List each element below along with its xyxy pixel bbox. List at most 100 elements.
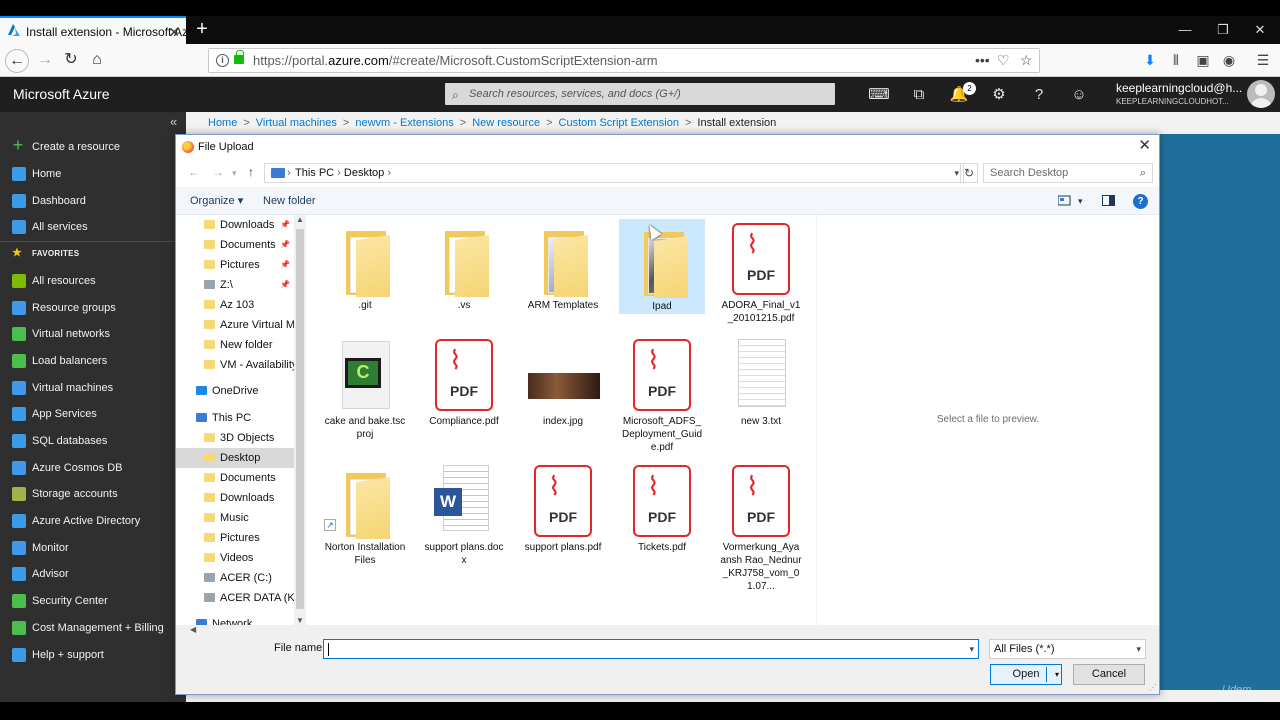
- preview-pane-icon[interactable]: [1102, 195, 1116, 206]
- cloud-shell-icon[interactable]: ⌨: [868, 84, 890, 106]
- nav-item-network[interactable]: Network: [176, 614, 294, 625]
- breadcrumb-link[interactable]: Home: [208, 117, 237, 129]
- help-icon[interactable]: ?: [1133, 194, 1148, 209]
- file-item[interactable]: ⌇ PDF Microsoft_ADFS_Deployment_Guide.pdf: [619, 335, 705, 454]
- nav-item-downloads[interactable]: Downloads: [176, 488, 294, 508]
- sidebar-item-sql-databases[interactable]: SQL databases: [0, 428, 186, 454]
- page-actions-icon[interactable]: •••: [975, 49, 990, 72]
- file-item[interactable]: Ipad: [619, 219, 705, 314]
- sidebar-item-advisor[interactable]: Advisor: [0, 561, 186, 587]
- file-item[interactable]: ⌇ PDF ADORA_Final_v1_20101215.pdf: [718, 219, 804, 325]
- avatar[interactable]: [1247, 80, 1275, 108]
- nav-item-music[interactable]: Music: [176, 508, 294, 528]
- downloads-icon[interactable]: ⬇: [1140, 50, 1160, 70]
- nav-item-pictures[interactable]: Pictures 📌: [176, 255, 294, 275]
- reload-button[interactable]: ↻: [59, 49, 83, 73]
- path-segment[interactable]: This PC: [295, 167, 334, 179]
- nav-item-documents[interactable]: Documents: [176, 468, 294, 488]
- sidebar-item-help-support[interactable]: Help + support: [0, 642, 186, 668]
- dialog-search-input[interactable]: Search Desktop ⌕: [983, 163, 1153, 183]
- sidebar-item-resource-groups[interactable]: Resource groups: [0, 295, 186, 321]
- sidebar-item-create-a-resource[interactable]: + Create a resource: [0, 134, 186, 160]
- nav-item-onedrive[interactable]: OneDrive: [176, 381, 294, 401]
- file-type-select[interactable]: All Files (*.*) ▾: [989, 639, 1146, 659]
- scroll-left-icon[interactable]: ◀: [190, 625, 196, 634]
- restore-icon[interactable]: ❐: [1208, 16, 1238, 44]
- nav-item-acer-c[interactable]: ACER (C:): [176, 568, 294, 588]
- minimize-icon[interactable]: —: [1170, 16, 1200, 44]
- sidebar-item-monitor[interactable]: Monitor: [0, 535, 186, 561]
- recent-locations-icon[interactable]: ▾: [232, 168, 237, 179]
- pocket-icon[interactable]: ♡: [997, 49, 1010, 72]
- nav-item-acer-data-k[interactable]: ACER DATA (K:): [176, 588, 294, 608]
- settings-gear-icon[interactable]: ⚙: [988, 84, 1010, 106]
- scroll-down-icon[interactable]: ▼: [294, 616, 306, 625]
- sidebar-item-azure-active-directory[interactable]: Azure Active Directory: [0, 508, 186, 534]
- nav-item-new-folder[interactable]: New folder: [176, 335, 294, 355]
- collapse-sidebar-icon[interactable]: «: [170, 114, 177, 129]
- user-account[interactable]: keeplearningcloud@h... KEEPLEARNINGCLOUD…: [1116, 82, 1242, 108]
- file-item[interactable]: Ccake and bake.tscproj: [322, 335, 408, 441]
- file-item[interactable]: ⌇ PDF Tickets.pdf: [619, 461, 705, 554]
- dialog-forward-icon[interactable]: →: [212, 165, 224, 179]
- account-icon[interactable]: ◉: [1219, 50, 1239, 70]
- path-segment[interactable]: Desktop: [344, 167, 384, 179]
- nav-item-azure-virtual-ma[interactable]: Azure Virtual Ma: [176, 315, 294, 335]
- file-item[interactable]: index.jpg: [520, 335, 606, 428]
- file-item[interactable]: ⌇ PDF Vormerkung_Ayaansh Rao_Nednur_KRJ758…: [718, 461, 804, 593]
- nav-item-pictures[interactable]: Pictures: [176, 528, 294, 548]
- browser-tab[interactable]: Install extension - Microsoft Az ✕: [0, 16, 186, 44]
- path-separator-icon[interactable]: ›: [384, 167, 391, 179]
- info-icon[interactable]: i: [216, 54, 229, 67]
- file-name-input[interactable]: ▾: [323, 639, 979, 659]
- file-item[interactable]: Wsupport plans.docx: [421, 461, 507, 567]
- file-item[interactable]: ARM Templates: [520, 219, 606, 312]
- help-question-icon[interactable]: ?: [1028, 84, 1050, 106]
- nav-item-downloads[interactable]: Downloads 📌: [176, 215, 294, 235]
- sidebar-item-home[interactable]: Home: [0, 161, 186, 187]
- feedback-smiley-icon[interactable]: ☺: [1068, 84, 1090, 106]
- breadcrumb-link[interactable]: New resource: [472, 117, 540, 129]
- bookmark-star-icon[interactable]: ☆: [1020, 49, 1033, 72]
- sidebar-item-storage-accounts[interactable]: Storage accounts: [0, 481, 186, 507]
- sidebar-item-dashboard[interactable]: Dashboard: [0, 188, 186, 214]
- sidebar-item-load-balancers[interactable]: Load balancers: [0, 348, 186, 374]
- sidebar-item-virtual-networks[interactable]: Virtual networks: [0, 321, 186, 347]
- sidebar-item-all-services[interactable]: All services: [0, 214, 186, 240]
- sidebar-item-security-center[interactable]: Security Center: [0, 588, 186, 614]
- file-item[interactable]: ⌇ PDF Compliance.pdf: [421, 335, 507, 428]
- organize-button[interactable]: Organize ▾: [190, 187, 243, 215]
- menu-icon[interactable]: ☰: [1253, 50, 1273, 70]
- resize-grip-icon[interactable]: ⋰: [1149, 683, 1157, 692]
- tab-close-icon[interactable]: ✕: [168, 18, 180, 44]
- nav-item-z[interactable]: Z:\ 📌: [176, 275, 294, 295]
- library-icon[interactable]: ⫴: [1166, 50, 1186, 70]
- open-options-icon[interactable]: ▾: [1055, 665, 1059, 684]
- nav-item-3d-objects[interactable]: 3D Objects: [176, 428, 294, 448]
- nav-item-documents[interactable]: Documents 📌: [176, 235, 294, 255]
- nav-item-this-pc[interactable]: This PC: [176, 408, 294, 428]
- file-item[interactable]: new 3.txt: [718, 335, 804, 428]
- breadcrumb-link[interactable]: Virtual machines: [256, 117, 337, 129]
- open-button[interactable]: Open ▾: [990, 664, 1062, 685]
- path-box[interactable]: › This PC › Desktop › ▾: [264, 163, 964, 183]
- nav-item-videos[interactable]: Videos: [176, 548, 294, 568]
- file-item[interactable]: .git: [322, 219, 408, 312]
- refresh-icon[interactable]: ↻: [960, 163, 978, 183]
- forward-button[interactable]: →: [33, 49, 57, 73]
- path-dropdown-icon[interactable]: ▾: [954, 164, 959, 182]
- breadcrumb-link[interactable]: newvm - Extensions: [355, 117, 453, 129]
- sidebar-item-azure-cosmos-db[interactable]: Azure Cosmos DB: [0, 455, 186, 481]
- file-name-dropdown-icon[interactable]: ▾: [969, 640, 974, 658]
- sidebar-item-app-services[interactable]: App Services: [0, 401, 186, 427]
- file-item[interactable]: ⌇ PDF support plans.pdf: [520, 461, 606, 554]
- view-options-icon[interactable]: ▾: [1078, 187, 1083, 215]
- navigation-pane-scrollbar[interactable]: ▲ ▼: [294, 215, 306, 625]
- path-separator-icon[interactable]: ›: [334, 167, 344, 179]
- address-bar[interactable]: i https://portal.azure.com/#create/Micro…: [208, 48, 1040, 73]
- file-item[interactable]: .vs: [421, 219, 507, 312]
- home-button[interactable]: ⌂: [85, 49, 109, 73]
- sidebar-item-cost-management-billing[interactable]: Cost Management + Billing: [0, 615, 186, 641]
- sidebar-item-all-resources[interactable]: All resources: [0, 268, 186, 294]
- cancel-button[interactable]: Cancel: [1073, 664, 1145, 685]
